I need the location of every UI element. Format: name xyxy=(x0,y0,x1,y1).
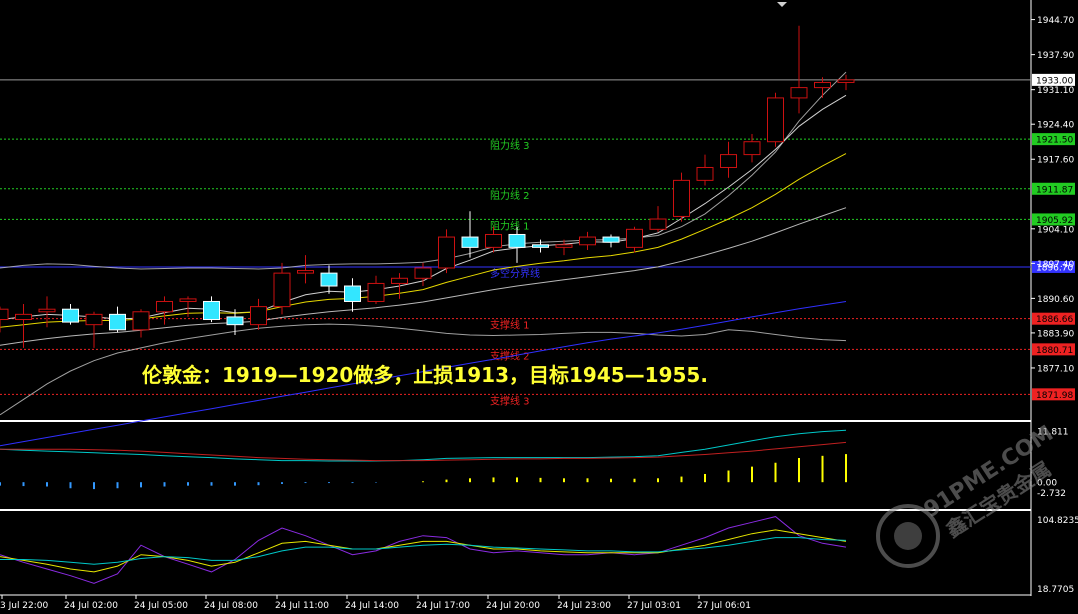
indicator-line xyxy=(0,441,847,462)
candle-body xyxy=(250,306,267,326)
candle-body xyxy=(743,141,761,156)
time-tick-label: 24 Jul 17:00 xyxy=(416,601,470,611)
candle-body xyxy=(367,282,385,302)
level-price-tag-text: 1911.87 xyxy=(1036,185,1073,195)
candle-body xyxy=(579,236,596,246)
time-tick-label: 24 Jul 23:00 xyxy=(557,601,611,611)
candle-body xyxy=(673,179,690,217)
candlesticks xyxy=(0,25,855,348)
chart-shift-marker-icon[interactable] xyxy=(777,2,787,7)
candle-body xyxy=(602,236,620,243)
candle-body xyxy=(391,277,408,284)
candle-body xyxy=(156,300,173,313)
candle-body xyxy=(696,166,714,181)
candle-body xyxy=(203,300,220,321)
candle-body xyxy=(720,154,737,168)
indicator2-bottom-label: 18.7705 xyxy=(1037,585,1074,595)
price-tick-label: 1931.10 xyxy=(1037,86,1074,96)
candle-body xyxy=(62,308,79,323)
level-label: 阻力线 3 xyxy=(490,139,530,152)
candle-body xyxy=(532,244,549,248)
indicator-line xyxy=(0,516,847,584)
indicator-line xyxy=(0,429,847,462)
candle-body xyxy=(461,236,479,248)
price-tick-label: 1917.60 xyxy=(1037,156,1074,166)
candle-body xyxy=(109,313,126,331)
candle-body xyxy=(179,298,197,302)
moving-average-line xyxy=(0,153,847,328)
candle-body xyxy=(438,236,455,269)
candle-body xyxy=(555,244,573,248)
time-tick-label: 27 Jul 03:01 xyxy=(627,601,681,611)
price-tick-label: 1904.10 xyxy=(1037,225,1074,235)
price-tick-label: 1944.70 xyxy=(1037,16,1074,26)
chart-frame xyxy=(0,0,1032,596)
time-tick-label: 24 Jul 20:00 xyxy=(486,601,540,611)
candle-body xyxy=(626,228,643,248)
time-tick-label: 24 Jul 05:00 xyxy=(134,601,188,611)
level-label: 阻力线 1 xyxy=(490,219,530,232)
candle-body xyxy=(767,97,784,143)
candle-body xyxy=(508,233,526,248)
candle-body xyxy=(344,285,361,302)
time-tick-label: 24 Jul 11:00 xyxy=(275,601,329,611)
candle-body xyxy=(297,270,314,274)
candle-body xyxy=(837,79,855,83)
candle-body xyxy=(38,308,56,313)
time-tick-label: 27 Jul 06:01 xyxy=(697,601,751,611)
current-price-tag-text: 1933.00 xyxy=(1036,76,1073,86)
price-tick-label: 1937.90 xyxy=(1037,51,1074,61)
time-axis: 3 Jul 22:00 24 Jul 02:00 24 Jul 05:00 24 Ju… xyxy=(0,595,751,611)
time-tick-label: 24 Jul 08:00 xyxy=(204,601,258,611)
candle-body xyxy=(273,272,291,308)
level-label: 支撑线 2 xyxy=(490,349,530,362)
candle-body xyxy=(790,87,808,99)
level-label: 阻力线 2 xyxy=(490,189,530,202)
indicator1-bottom-label: -2.732 xyxy=(1037,489,1066,499)
candle-body xyxy=(0,308,9,321)
level-price-tag-text: 1886.66 xyxy=(1036,315,1073,325)
trade-headline: 伦敦金：1919—1920做多，止损1913，目标1945—1955. xyxy=(142,363,708,387)
price-tick-label: 1890.60 xyxy=(1037,295,1074,305)
price-tick-label: 1924.40 xyxy=(1037,121,1074,131)
level-price-tag-text: 1871.98 xyxy=(1036,391,1073,401)
candle-body xyxy=(132,311,150,331)
candle-body xyxy=(226,316,244,326)
chart-window: 阻力线 3 1921.50 阻力线 2 1911.87 阻力线 1 1905.92 多空分界… xyxy=(0,0,1078,614)
candle-body xyxy=(814,81,831,89)
candle-body xyxy=(649,218,667,230)
price-tick-label: 1897.40 xyxy=(1037,260,1074,270)
indicator2-top-label: 104.8235 xyxy=(1037,516,1078,526)
candle-body xyxy=(485,233,502,248)
candle-body xyxy=(85,313,103,326)
level-label: 支撑线 3 xyxy=(490,394,530,407)
price-tick-label: 1877.10 xyxy=(1037,364,1074,374)
time-tick-label: 24 Jul 14:00 xyxy=(345,601,399,611)
candle-body xyxy=(320,272,338,287)
gold-price-chart: 阻力线 31921.50阻力线 21911.87阻力线 11905.92多空分界… xyxy=(0,0,1078,611)
candle-body xyxy=(15,313,32,321)
level-price-tag-text: 1880.71 xyxy=(1036,346,1073,356)
time-tick-label: 3 Jul 22:00 xyxy=(0,601,49,611)
envelope-line xyxy=(0,71,847,270)
level-label: 支撑线 1 xyxy=(490,319,530,332)
level-price-tag-text: 1921.50 xyxy=(1036,136,1073,146)
time-tick-label: 24 Jul 02:00 xyxy=(64,601,118,611)
price-tick-label: 1883.90 xyxy=(1037,329,1074,339)
candle-body xyxy=(414,267,432,279)
macd-indicator-pane: 11.8110.00-2.732 xyxy=(0,428,1069,499)
